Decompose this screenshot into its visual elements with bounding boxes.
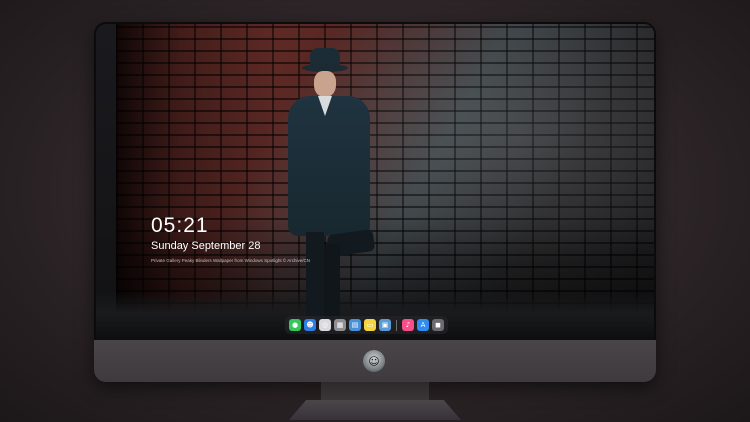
man-in-coat-figure bbox=[276, 44, 386, 334]
preview-icon[interactable]: ▣ bbox=[379, 319, 391, 331]
photo-booth-icon[interactable]: ◼ bbox=[432, 319, 444, 331]
dock-separator bbox=[396, 319, 397, 331]
lock-screen-time: 05:21 bbox=[151, 214, 209, 237]
screen: 05:21 Sunday September 28 Private Galler… bbox=[96, 24, 654, 340]
music-icon[interactable]: ♪ bbox=[402, 319, 414, 331]
brand-logo-icon: ☺ bbox=[363, 350, 385, 372]
face bbox=[314, 71, 336, 97]
monitor-chin: ☺ bbox=[94, 340, 656, 382]
lock-screen-date: Sunday September 28 bbox=[151, 240, 261, 252]
safari-icon[interactable]: ◎ bbox=[319, 319, 331, 331]
monitor-stand-base bbox=[289, 400, 461, 420]
coat bbox=[288, 96, 370, 236]
launchpad-icon[interactable]: ▦ bbox=[334, 319, 346, 331]
monitor-stand-neck bbox=[321, 382, 429, 402]
app-store-icon[interactable]: A bbox=[417, 319, 429, 331]
messages-icon[interactable]: ● bbox=[289, 319, 301, 331]
clapper-icon[interactable]: ▤ bbox=[349, 319, 361, 331]
notes-icon[interactable]: ▭ bbox=[364, 319, 376, 331]
wallpaper-caption: Private Gallery Peaky Blinders Wallpaper… bbox=[151, 258, 310, 263]
finder-icon[interactable]: ☻ bbox=[304, 319, 316, 331]
monitor: 05:21 Sunday September 28 Private Galler… bbox=[94, 22, 656, 382]
dock: ● ☻ ◎ ▦ ▤ ▭ ▣ ♪ A ◼ bbox=[285, 316, 448, 334]
